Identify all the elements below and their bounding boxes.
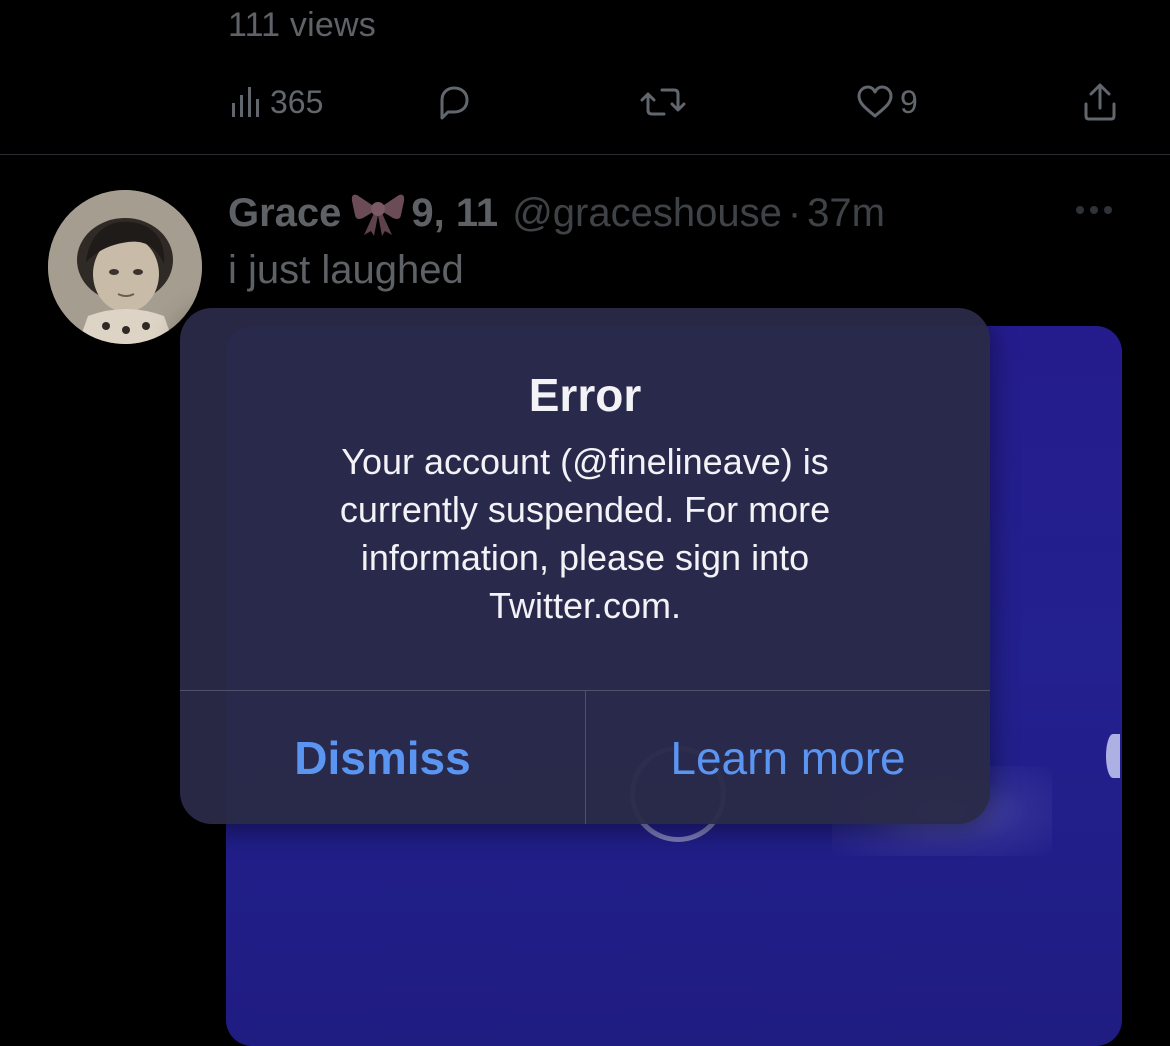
reply-icon: [434, 82, 474, 122]
dismiss-button[interactable]: Dismiss: [180, 691, 585, 824]
retweet-button[interactable]: [640, 70, 686, 134]
bow-icon: [349, 189, 407, 237]
error-alert: Error Your account (@finelineave) is cur…: [180, 308, 990, 824]
tweet-action-bar: 365 9: [0, 70, 1170, 134]
like-count: 9: [900, 83, 918, 120]
alert-title: Error: [528, 369, 642, 421]
learn-more-button[interactable]: Learn more: [586, 691, 990, 824]
analytics-button[interactable]: 365: [230, 70, 323, 134]
avatar[interactable]: [48, 190, 202, 344]
separator-dot: ·: [787, 190, 802, 235]
author-name[interactable]: Grace: [228, 191, 341, 236]
analytics-icon: [230, 85, 264, 119]
tweet-divider: [0, 154, 1170, 155]
name-suffix: 9, 11: [411, 190, 499, 235]
media-edge-mark: [1106, 734, 1120, 778]
alert-message: Your account (@finelineave) is currently…: [339, 441, 831, 626]
retweet-icon: [640, 82, 686, 122]
heart-icon: [856, 84, 894, 120]
tweet-time[interactable]: 37m: [807, 191, 885, 236]
share-button[interactable]: [1082, 70, 1118, 134]
analytics-count: 365: [270, 83, 324, 120]
reply-button[interactable]: [434, 70, 474, 134]
more-options-icon[interactable]: [1070, 198, 1118, 222]
tweet-text: i just laughed: [228, 248, 464, 292]
tweet-header: Grace 9, 11 @graceshouse · 37m: [228, 186, 885, 240]
author-handle[interactable]: @graceshouse: [512, 191, 782, 236]
views-count: 111 views: [228, 6, 376, 44]
share-icon: [1082, 82, 1118, 122]
like-button[interactable]: 9: [856, 70, 918, 134]
